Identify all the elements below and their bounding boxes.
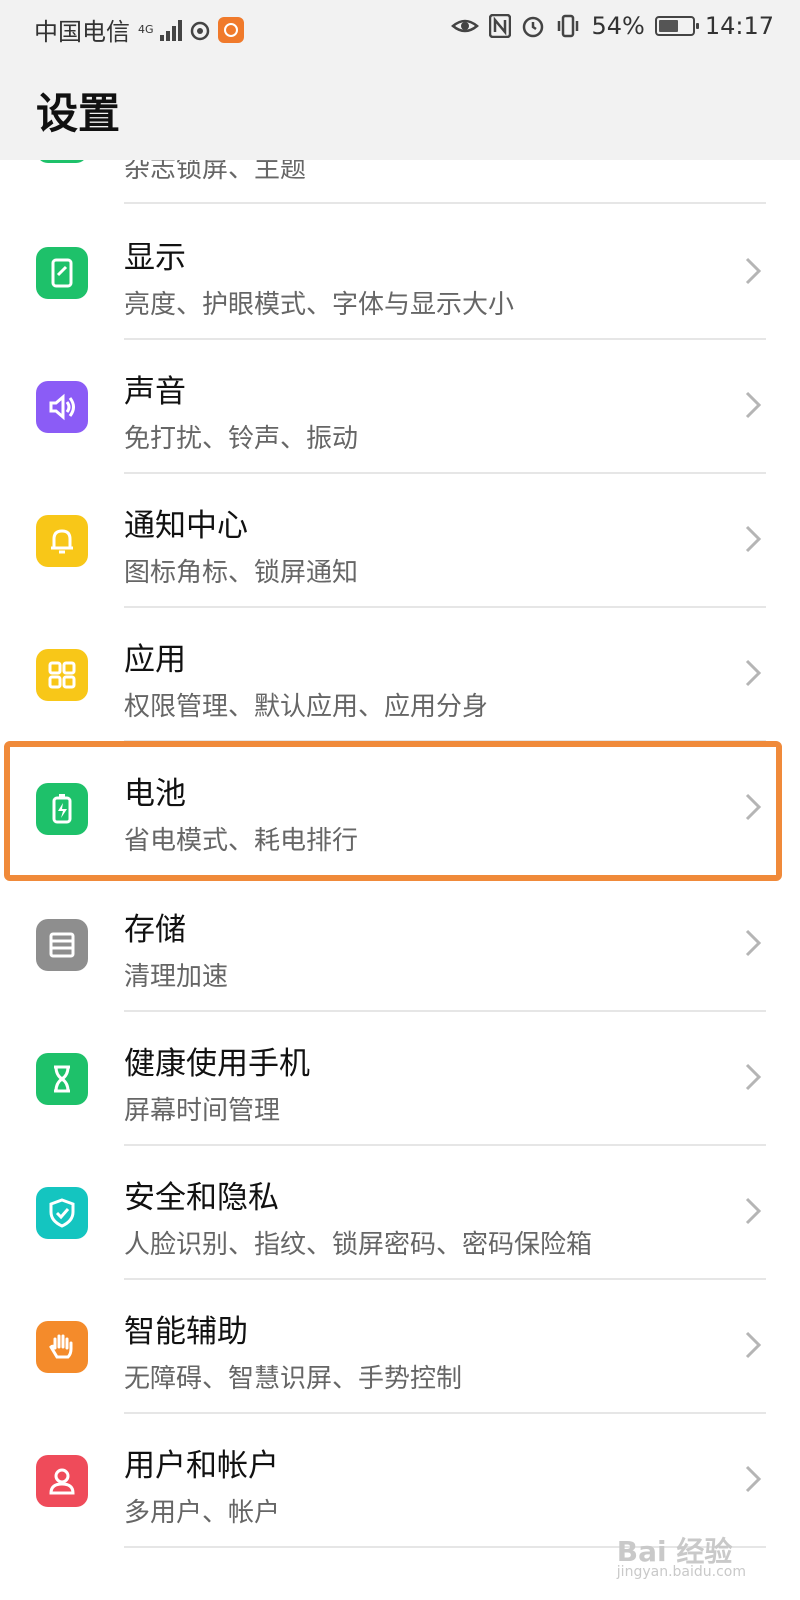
settings-item-label: 显示 xyxy=(124,240,186,276)
settings-item-subtitle: 无障碍、智慧识屏、手势控制 xyxy=(124,1364,463,1394)
settings-item-subtitle: 多用户、帐户 xyxy=(124,1498,281,1528)
alarm-icon xyxy=(523,16,544,38)
settings-item-label: 用户和帐户 xyxy=(124,1448,279,1484)
nfc-icon xyxy=(489,14,512,38)
chevron-right-icon xyxy=(745,257,762,285)
settings-item-apps[interactable]: 应用 权限管理、默认应用、应用分身 xyxy=(0,608,800,742)
settings-item-label: 智能辅助 xyxy=(124,1314,248,1350)
page-title: 设置 xyxy=(36,89,121,138)
settings-item-label: 健康使用手机 xyxy=(124,1046,310,1082)
battery-percent: 54% xyxy=(591,12,645,40)
settings-item-label: 安全和隐私 xyxy=(124,1180,279,1216)
settings-item-subtitle: 省电模式、耗电排行 xyxy=(124,826,359,856)
carrier-label: 中国电信 xyxy=(34,18,130,46)
settings-item-storage[interactable]: 存储 清理加速 xyxy=(0,878,800,1012)
speaker-icon xyxy=(36,381,88,433)
settings-item-label: 通知中心 xyxy=(124,508,248,544)
settings-item-label: 电池 xyxy=(124,776,186,812)
settings-item-users-accounts[interactable]: 用户和帐户 多用户、帐户 xyxy=(0,1414,800,1548)
weibo-icon xyxy=(190,21,209,40)
settings-item-subtitle: 免打扰、铃声、振动 xyxy=(124,424,359,454)
chevron-right-icon xyxy=(745,659,762,687)
settings-item-security-privacy[interactable]: 安全和隐私 人脸识别、指纹、锁屏密码、密码保险箱 xyxy=(0,1146,800,1280)
vibrate-icon xyxy=(558,14,579,38)
settings-item-smart-assistance[interactable]: 智能辅助 无障碍、智慧识屏、手势控制 xyxy=(0,1280,800,1414)
status-bar: 中国电信 4G 54% 14:17 xyxy=(0,0,800,56)
apps-grid-icon xyxy=(36,649,88,701)
settings-item-subtitle: 屏幕时间管理 xyxy=(124,1096,281,1126)
hand-icon xyxy=(36,1321,88,1373)
bell-icon xyxy=(36,515,88,567)
eye-icon xyxy=(451,19,480,33)
settings-item-label: 应用 xyxy=(124,642,186,678)
settings-item-subtitle: 亮度、护眼模式、字体与显示大小 xyxy=(124,290,515,320)
battery-icon xyxy=(36,783,88,835)
signal-icon xyxy=(159,19,182,41)
chevron-right-icon xyxy=(745,1465,762,1493)
settings-item-subtitle: 权限管理、默认应用、应用分身 xyxy=(124,692,489,722)
settings-item-label: 声音 xyxy=(124,374,186,410)
chevron-right-icon xyxy=(745,929,762,957)
settings-item-display[interactable]: 显示 亮度、护眼模式、字体与显示大小 xyxy=(0,206,800,340)
settings-item-subtitle: 图标角标、锁屏通知 xyxy=(124,558,359,588)
storage-icon xyxy=(36,919,88,971)
shield-icon xyxy=(36,1187,88,1239)
settings-item-subtitle: 清理加速 xyxy=(124,962,229,992)
divider xyxy=(124,202,766,204)
settings-item-subtitle: 人脸识别、指纹、锁屏密码、密码保险箱 xyxy=(124,1230,593,1260)
top-bar: 中国电信 4G 54% 14:17 设置 xyxy=(0,0,800,160)
chevron-right-icon xyxy=(745,391,762,419)
clock: 14:17 xyxy=(704,12,774,40)
display-icon xyxy=(36,247,88,299)
chevron-right-icon xyxy=(745,1197,762,1225)
chevron-right-icon xyxy=(745,793,762,821)
watermark-subtext: jingyan.baidu.com xyxy=(616,1564,746,1580)
settings-item-digital-balance[interactable]: 健康使用手机 屏幕时间管理 xyxy=(0,1012,800,1146)
settings-item-notifications[interactable]: 通知中心 图标角标、锁屏通知 xyxy=(0,474,800,608)
battery-status-icon xyxy=(654,16,699,36)
settings-item-battery[interactable]: 电池 省电模式、耗电排行 xyxy=(0,742,800,876)
uc-browser-icon xyxy=(217,16,244,43)
user-icon xyxy=(36,1455,88,1507)
watermark: Bai 经验 jingyan.baidu.com xyxy=(617,1530,746,1580)
network-type: 4G xyxy=(138,23,154,36)
chevron-right-icon xyxy=(745,1331,762,1359)
settings-item-label: 存储 xyxy=(124,912,186,948)
hourglass-icon xyxy=(36,1053,88,1105)
settings-item-sound[interactable]: 声音 免打扰、铃声、振动 xyxy=(0,340,800,474)
chevron-right-icon xyxy=(745,1063,762,1091)
chevron-right-icon xyxy=(745,525,762,553)
